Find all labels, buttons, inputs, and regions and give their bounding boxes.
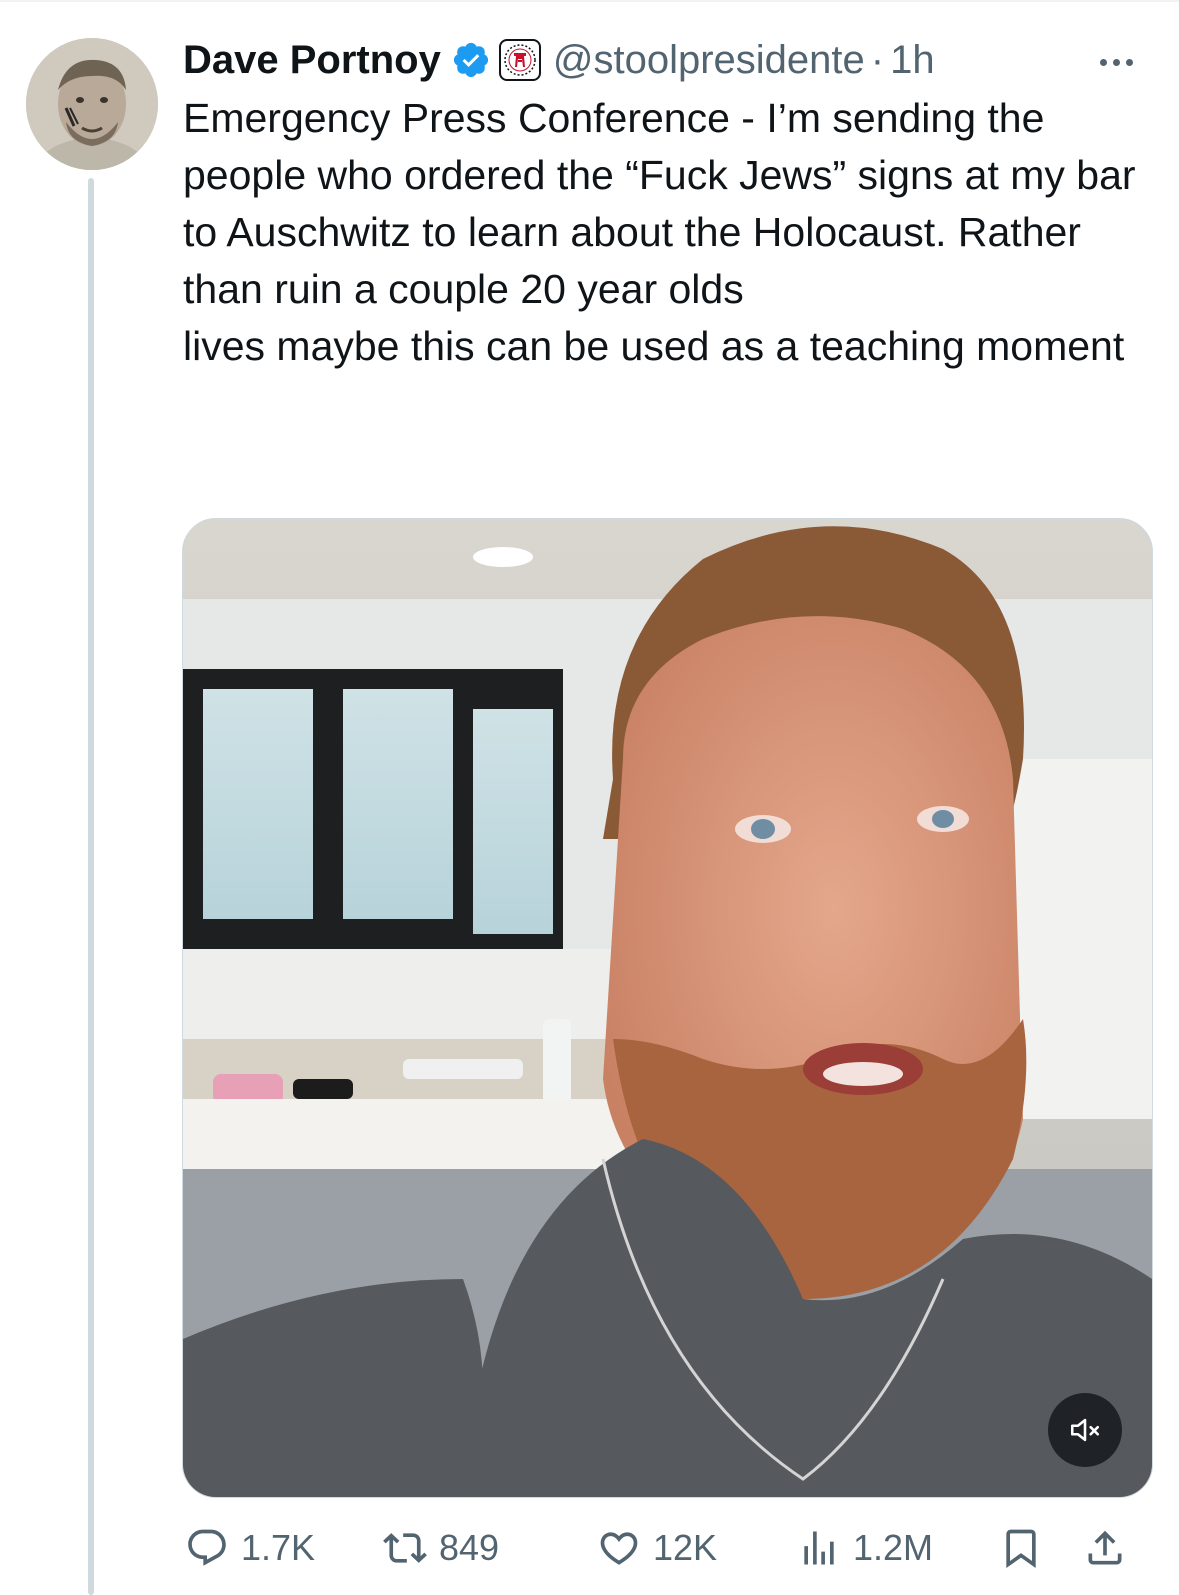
more-dots-icon[interactable] bbox=[1100, 42, 1133, 82]
reply-bubble-icon bbox=[188, 1529, 226, 1566]
reply-count: 1.7K bbox=[241, 1527, 316, 1568]
mute-toggle-button[interactable] bbox=[1048, 1393, 1122, 1467]
heart-icon bbox=[600, 1532, 638, 1565]
like-button[interactable]: 12K bbox=[597, 1526, 717, 1570]
bar-chart-icon bbox=[804, 1531, 834, 1565]
verified-badge-icon[interactable] bbox=[451, 40, 491, 80]
top-divider bbox=[0, 0, 1179, 2]
repost-arrows-icon bbox=[383, 1533, 427, 1563]
repost-count: 849 bbox=[439, 1527, 500, 1568]
views-button[interactable]: 1.2M bbox=[797, 1526, 933, 1570]
header-separator: · bbox=[870, 37, 885, 82]
tweet-text-line: lives maybe this can be used as a teachi… bbox=[183, 323, 1125, 369]
bookmark-icon bbox=[1006, 1529, 1036, 1569]
tweet-timestamp[interactable]: 1h bbox=[890, 38, 935, 83]
author-display-name[interactable]: Dave Portnoy bbox=[183, 38, 441, 83]
speaker-muted-icon bbox=[1070, 1418, 1100, 1442]
tweet-header: Dave Portnoy @stoolpresidente · 1h bbox=[183, 34, 1163, 86]
share-button[interactable] bbox=[1083, 1526, 1127, 1570]
tweet-body-text: Emergency Press Conference - I’m sending… bbox=[183, 90, 1143, 375]
share-upload-icon bbox=[1088, 1530, 1122, 1565]
views-count: 1.2M bbox=[853, 1527, 934, 1568]
thread-connector-line bbox=[88, 178, 94, 1595]
like-count: 12K bbox=[653, 1527, 718, 1568]
repost-button[interactable]: 849 bbox=[383, 1526, 499, 1570]
author-handle[interactable]: @stoolpresidente bbox=[553, 38, 865, 83]
tweet-action-bar: 1.7K 849 12K 1.2M bbox=[183, 1520, 1149, 1576]
tweet-video[interactable] bbox=[182, 518, 1153, 1498]
reply-button[interactable]: 1.7K bbox=[185, 1526, 315, 1570]
bookmark-button[interactable] bbox=[999, 1526, 1043, 1570]
tweet-text-line: Emergency Press Conference - I’m sending… bbox=[183, 95, 1136, 312]
barstool-affiliate-badge-icon[interactable] bbox=[498, 39, 541, 81]
author-avatar[interactable] bbox=[26, 38, 158, 170]
